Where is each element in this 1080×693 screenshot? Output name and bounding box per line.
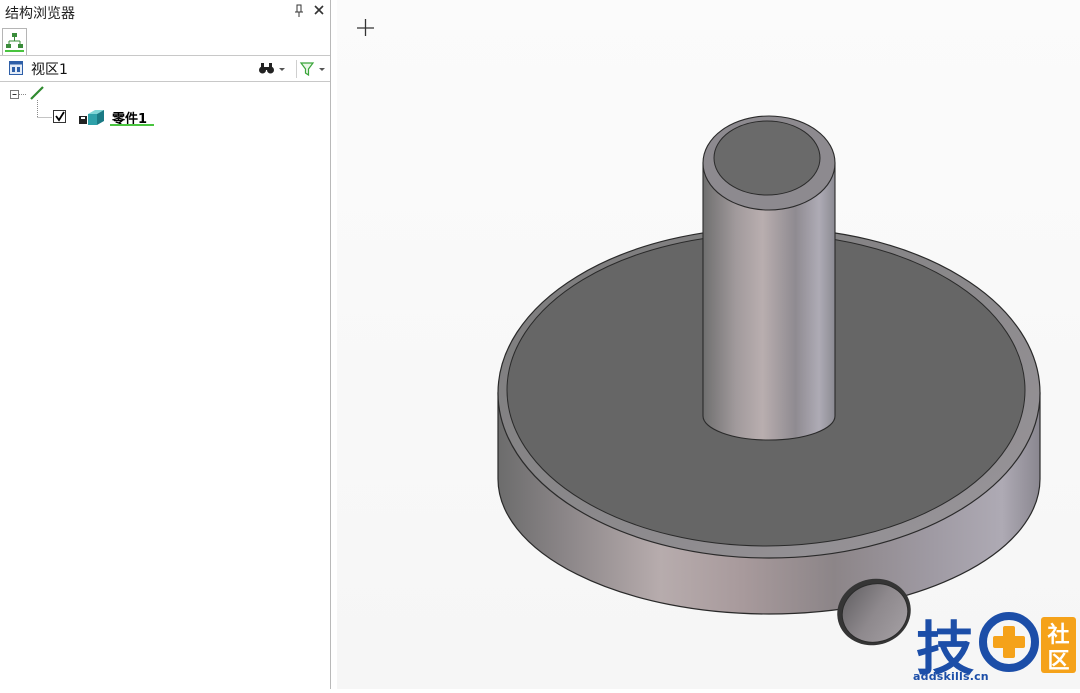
watermark-url: addskills.cn xyxy=(913,670,989,683)
binoculars-icon xyxy=(259,63,285,74)
part-3d-model xyxy=(357,19,1041,646)
view-row: 视区1 xyxy=(0,56,330,82)
panel-title: 结构浏览器 xyxy=(5,6,75,22)
view-label: 视区1 xyxy=(31,62,68,78)
pin-button[interactable] xyxy=(291,2,307,20)
tab-structure[interactable] xyxy=(2,28,27,55)
structure-tree: 零件1 xyxy=(0,84,330,144)
part-cube-icon xyxy=(88,110,104,125)
structure-browser-panel: 结构浏览器 视区1 零件1 xyxy=(0,0,331,689)
close-icon xyxy=(314,5,324,15)
cursor-crosshair-icon xyxy=(357,19,374,36)
view-icon xyxy=(9,61,23,75)
part-label-underline xyxy=(110,124,154,126)
panel-title-bar: 结构浏览器 xyxy=(0,0,331,24)
filter-icon xyxy=(299,62,325,77)
root-icon xyxy=(30,86,44,100)
watermark-char-bottom: 区 xyxy=(1047,649,1069,674)
panel-tab-strip xyxy=(0,27,330,56)
shaft-top-face xyxy=(713,120,821,196)
find-button[interactable] xyxy=(258,61,288,77)
structure-tree-icon xyxy=(5,33,24,52)
pin-icon xyxy=(295,4,303,17)
close-button[interactable] xyxy=(311,1,327,19)
filter-button[interactable] xyxy=(296,60,329,78)
3d-viewport[interactable] xyxy=(337,0,1080,689)
watermark-char-top: 社 xyxy=(1047,622,1069,648)
